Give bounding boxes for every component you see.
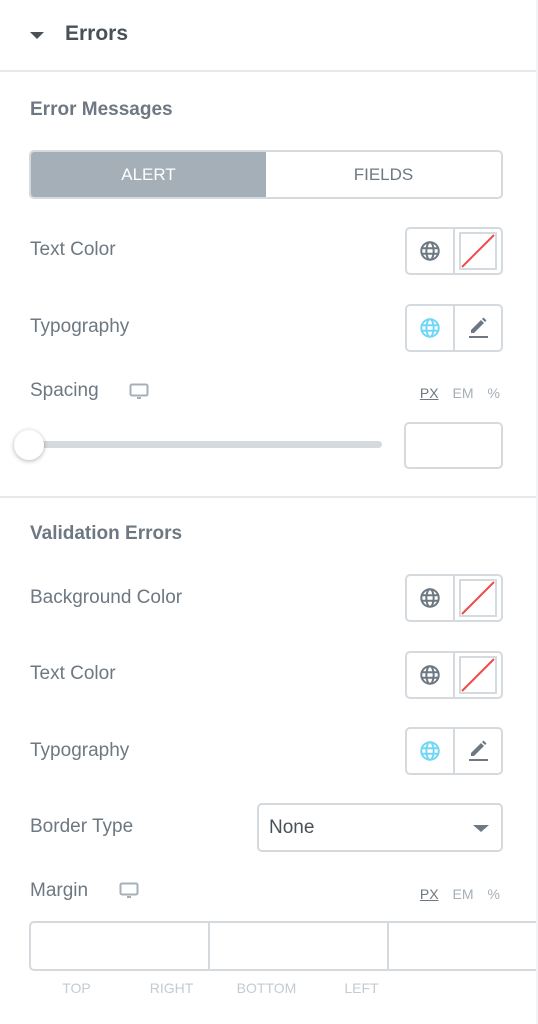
typography-label: Typography: [30, 740, 130, 761]
spacing-slider-handle[interactable]: [14, 430, 44, 460]
divider: [0, 496, 538, 498]
typography-control: [405, 727, 503, 775]
responsive-desktop-icon[interactable]: [129, 383, 149, 401]
typography-label: Typography: [30, 316, 130, 337]
text-color-control: [405, 227, 503, 275]
color-picker-button[interactable]: [453, 229, 501, 273]
unit-px[interactable]: PX: [420, 385, 439, 401]
style-panel: Errors Error Messages ALERT FIELDS Text …: [0, 0, 538, 1024]
empty-color-swatch: [459, 579, 497, 617]
globe-icon: [420, 665, 440, 685]
border-type-label: Border Type: [30, 816, 134, 837]
margin-dimension-labels: TOP RIGHT BOTTOM LEFT: [29, 980, 409, 996]
margin-units: PX EM %: [420, 886, 500, 902]
empty-color-swatch: [459, 232, 497, 270]
text-color-label: Text Color: [30, 663, 116, 684]
text-color-label: Text Color: [30, 239, 116, 260]
global-colors-button[interactable]: [407, 653, 453, 697]
error-messages-heading: Error Messages: [30, 99, 173, 120]
dimension-label-top: TOP: [62, 980, 91, 996]
color-picker-button[interactable]: [453, 653, 501, 697]
chevron-down-icon: [473, 825, 489, 832]
spacing-units: PX EM %: [420, 385, 500, 401]
margin-right-input[interactable]: [210, 921, 389, 971]
dimension-label-right: RIGHT: [149, 980, 194, 996]
globe-icon: [420, 741, 440, 761]
spacing-input[interactable]: [404, 422, 503, 469]
dimension-label-bottom: BOTTOM: [236, 980, 297, 996]
spacing-slider-track[interactable]: [30, 441, 382, 448]
margin-top-input[interactable]: [29, 921, 210, 971]
global-colors-button[interactable]: [407, 576, 453, 620]
section-title: Errors: [65, 22, 129, 45]
alert-fields-switch: ALERT FIELDS: [29, 150, 503, 199]
margin-dimensions: [29, 921, 538, 971]
globe-icon: [420, 241, 440, 261]
border-type-value: None: [269, 816, 315, 838]
empty-color-swatch: [459, 656, 497, 694]
global-typography-button[interactable]: [407, 729, 453, 773]
typography-control: [405, 304, 503, 352]
globe-icon: [420, 588, 440, 608]
global-typography-button[interactable]: [407, 306, 453, 350]
unit-percent[interactable]: %: [488, 886, 500, 902]
unit-em[interactable]: EM: [453, 886, 474, 902]
background-color-control: [405, 574, 503, 622]
color-picker-button[interactable]: [453, 576, 501, 620]
edit-typography-button[interactable]: [453, 729, 501, 773]
background-color-label: Background Color: [30, 587, 183, 608]
pencil-icon: [469, 740, 488, 761]
caret-down-icon: [30, 32, 44, 39]
unit-percent[interactable]: %: [488, 385, 500, 401]
responsive-desktop-icon[interactable]: [119, 882, 139, 900]
section-header-errors[interactable]: Errors: [0, 0, 538, 72]
validation-errors-heading: Validation Errors: [30, 523, 183, 544]
global-colors-button[interactable]: [407, 229, 453, 273]
text-color-control: [405, 651, 503, 699]
unit-px[interactable]: PX: [420, 886, 439, 902]
edit-typography-button[interactable]: [453, 306, 501, 350]
spacing-label: Spacing: [30, 380, 99, 401]
dimension-label-left: LEFT: [344, 980, 379, 996]
tab-alert[interactable]: ALERT: [31, 152, 266, 197]
unit-em[interactable]: EM: [453, 385, 474, 401]
border-type-select[interactable]: None: [257, 803, 503, 852]
pencil-icon: [469, 317, 488, 338]
margin-bottom-input[interactable]: [389, 921, 538, 971]
tab-fields[interactable]: FIELDS: [266, 152, 501, 197]
globe-icon: [420, 318, 440, 338]
margin-label: Margin: [30, 880, 89, 901]
